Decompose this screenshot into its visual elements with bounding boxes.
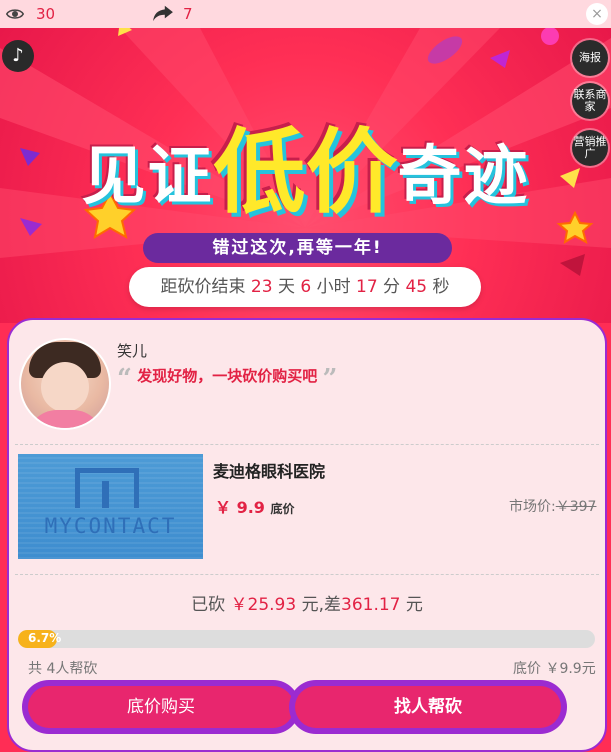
countdown-seconds: 45 — [405, 277, 428, 297]
diff-label: ,差 — [318, 595, 341, 615]
banner-headline: 见证低价奇迹 — [0, 98, 611, 231]
helper-count: 共 4人帮砍 — [28, 661, 98, 677]
countdown-days: 23 — [250, 277, 273, 297]
diff-amount: 361.17 — [341, 595, 401, 615]
countdown-minutes: 17 — [356, 277, 378, 297]
quote-text: 发现好物，一块砍价购买吧 — [137, 367, 318, 385]
product-image-brand: MYCONTACT — [44, 514, 177, 538]
market-price-label: 市场价: — [509, 499, 556, 515]
music-toggle-icon[interactable]: ♪ — [2, 40, 34, 72]
view-count: 30 — [36, 5, 56, 23]
user-name: 笑儿 — [117, 342, 148, 360]
ask-friends-button[interactable]: 找人帮砍 — [295, 686, 561, 728]
market-price-value: ￥397 — [555, 499, 597, 515]
countdown-minutes-unit: 分 — [383, 277, 401, 297]
price-symbol: ￥ — [215, 498, 232, 517]
buy-at-base-price-button[interactable]: 底价购买 — [28, 686, 294, 728]
open-quote-icon: “ — [117, 364, 132, 394]
eye-icon — [6, 9, 24, 19]
market-price: 市场价:￥397 — [509, 496, 596, 516]
countdown-days-unit: 天 — [277, 277, 295, 297]
promo-banner: ♪ 海报 联系商家 营销推广 见证低价奇迹 错过这次,再等一年! 距砍价结束 2… — [0, 28, 611, 323]
countdown-timer: 距砍价结束 23 天 6 小时 17 分 45 秒 — [129, 267, 481, 307]
cut-amount: ￥25.93 — [230, 595, 297, 615]
share-count: 7 — [183, 5, 193, 23]
headline-left: 见证 — [81, 140, 214, 214]
base-price: 底价 ￥9.9元 — [513, 661, 596, 677]
cut-unit: 元 — [301, 595, 319, 615]
bargain-progress-bar: 6.7% — [18, 630, 595, 648]
product-name[interactable]: 麦迪格眼科医院 — [213, 458, 325, 482]
price-label: 底价 — [270, 502, 295, 516]
divider — [15, 444, 599, 445]
brand-logo-icon — [75, 468, 139, 508]
share-icon[interactable] — [152, 4, 174, 22]
cut-label: 已砍 — [191, 595, 226, 615]
avatar — [19, 338, 111, 430]
product-price: ￥ 9.9 底价 — [215, 494, 295, 518]
product-image[interactable]: MYCONTACT — [18, 454, 203, 559]
bargain-card: 笑儿 “ 发现好物，一块砍价购买吧 ” MYCONTACT 麦迪格眼科医院 ￥ … — [7, 318, 607, 752]
headline-right: 奇迹 — [397, 140, 530, 214]
countdown-hours: 6 — [300, 277, 312, 297]
countdown-seconds-unit: 秒 — [432, 277, 450, 297]
countdown-prefix: 距砍价结束 — [160, 277, 246, 297]
diff-unit: 元 — [405, 595, 423, 615]
countdown-hours-unit: 小时 — [316, 277, 351, 297]
poster-button[interactable]: 海报 — [572, 40, 608, 76]
user-quote: “ 发现好物，一块砍价购买吧 ” — [117, 364, 337, 394]
close-quote-icon: ” — [322, 364, 338, 394]
headline-mid: 低价 — [213, 119, 398, 226]
close-button[interactable]: × — [586, 3, 608, 25]
cut-summary: 已砍 ￥25.93 元,差361.17 元 — [9, 590, 605, 615]
divider — [15, 574, 599, 575]
banner-ribbon: 错过这次,再等一年! — [143, 233, 452, 263]
progress-percent: 6.7% — [28, 631, 62, 645]
top-bar: 30 7 × — [0, 0, 611, 28]
price-value: 9.9 — [236, 498, 265, 517]
